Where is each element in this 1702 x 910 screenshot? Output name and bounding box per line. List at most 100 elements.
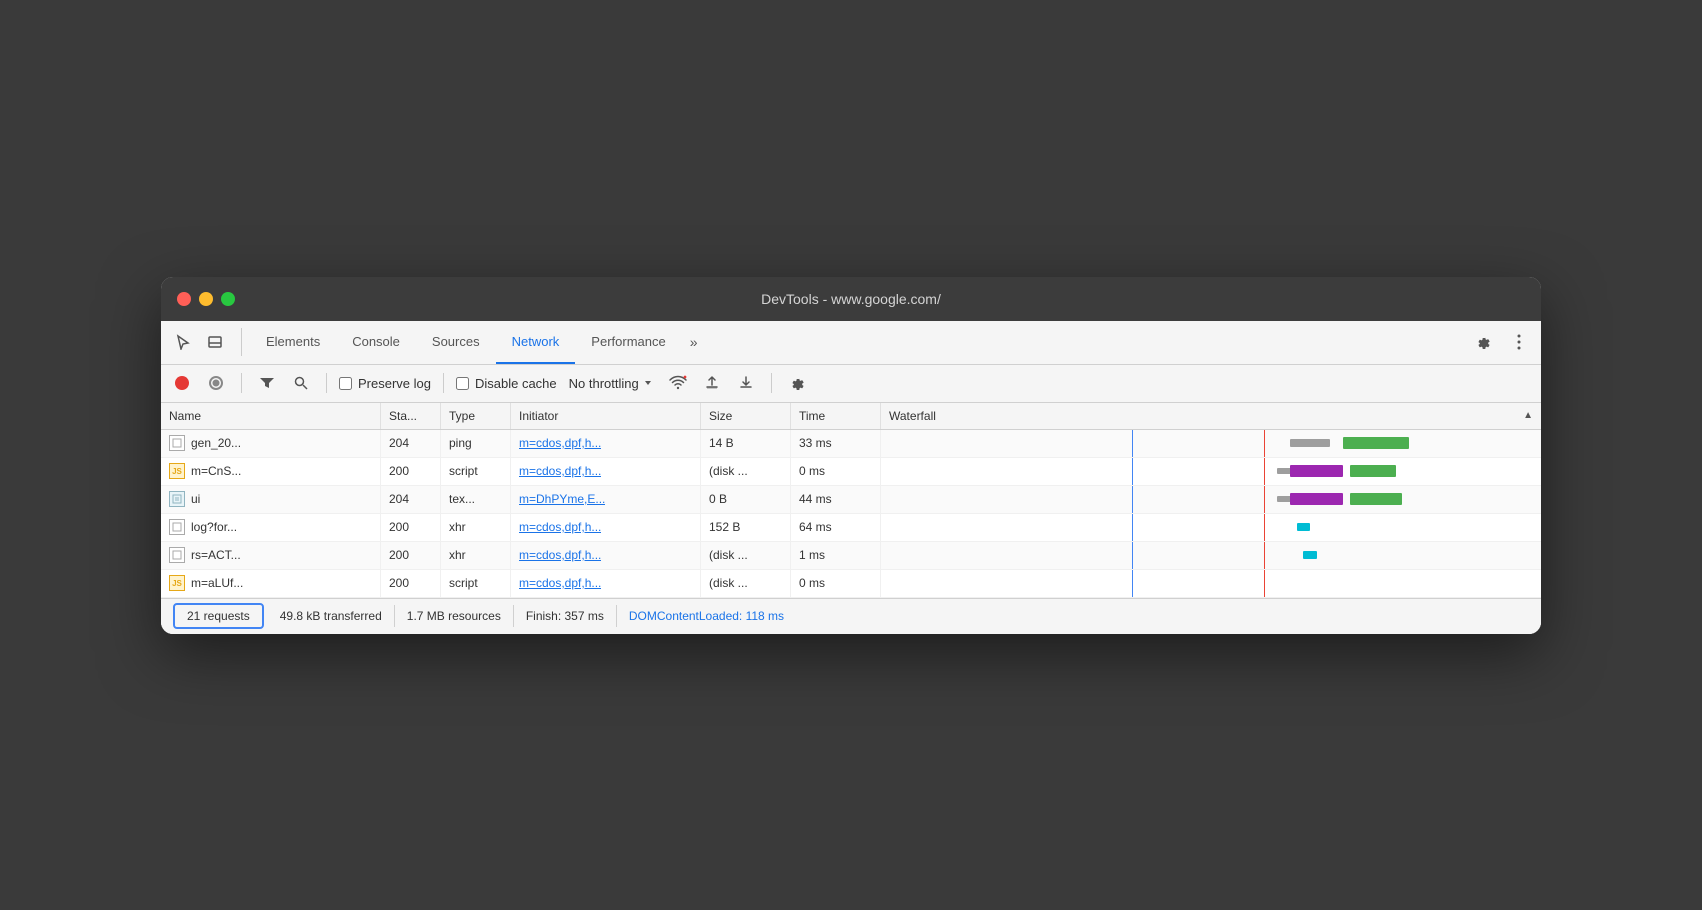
cell-waterfall — [881, 570, 1541, 597]
cell-status: 200 — [381, 542, 441, 569]
cell-initiator: m=cdos,dpf,h... — [511, 542, 701, 569]
cell-initiator: m=cdos,dpf,h... — [511, 430, 701, 457]
wifi-icon[interactable] — [665, 370, 691, 396]
col-header-status[interactable]: Sta... — [381, 403, 441, 429]
cell-time: 64 ms — [791, 514, 881, 541]
col-header-name[interactable]: Name — [161, 403, 381, 429]
cell-status: 204 — [381, 430, 441, 457]
col-header-time[interactable]: Time — [791, 403, 881, 429]
cell-size: (disk ... — [701, 458, 791, 485]
tab-more[interactable]: » — [682, 334, 706, 350]
waterfall-bar-cyan — [1297, 523, 1310, 531]
toolbar-separator-4 — [771, 373, 772, 393]
col-header-type[interactable]: Type — [441, 403, 511, 429]
settings-icon[interactable] — [1469, 328, 1497, 356]
waterfall-bar-purple — [1290, 493, 1343, 505]
cell-time: 0 ms — [791, 570, 881, 597]
cell-initiator: m=cdos,dpf,h... — [511, 458, 701, 485]
resources-size: 1.7 MB resources — [395, 605, 514, 627]
waterfall-line-blue — [1132, 458, 1133, 485]
network-toolbar: Preserve log Disable cache No throttling — [161, 365, 1541, 403]
file-checkbox-icon — [169, 519, 185, 535]
cell-name: ui — [161, 486, 381, 513]
cell-name: gen_20... — [161, 430, 381, 457]
devtools-body: Elements Console Sources Network Perform… — [161, 321, 1541, 634]
tab-network[interactable]: Network — [496, 321, 576, 364]
record-button[interactable] — [169, 370, 195, 396]
download-icon[interactable] — [733, 370, 759, 396]
throttle-dropdown[interactable]: No throttling — [565, 374, 657, 393]
waterfall-line-blue — [1132, 514, 1133, 541]
waterfall-bar-green — [1350, 493, 1403, 505]
cell-type: tex... — [441, 486, 511, 513]
table-row[interactable]: rs=ACT... 200 xhr m=cdos,dpf,h... (disk … — [161, 542, 1541, 570]
cell-time: 1 ms — [791, 542, 881, 569]
cell-waterfall — [881, 430, 1541, 457]
toolbar-separator-1 — [241, 373, 242, 393]
network-table: Name Sta... Type Initiator Size Time — [161, 403, 1541, 598]
sort-arrow-icon: ▲ — [1523, 410, 1533, 421]
col-header-waterfall[interactable]: Waterfall ▲ — [881, 403, 1541, 429]
maximize-button[interactable] — [221, 292, 235, 306]
cell-initiator: m=cdos,dpf,h... — [511, 570, 701, 597]
disable-cache-checkbox[interactable]: Disable cache — [456, 376, 557, 391]
cell-status: 200 — [381, 514, 441, 541]
waterfall-line-red — [1264, 458, 1265, 485]
file-checkbox-icon — [169, 547, 185, 563]
js-file-icon: JS — [169, 463, 185, 479]
tab-performance[interactable]: Performance — [575, 321, 681, 364]
toolbar-separator-2 — [326, 373, 327, 393]
file-checkbox-icon — [169, 435, 185, 451]
titlebar: DevTools - www.google.com/ — [161, 277, 1541, 321]
col-header-size[interactable]: Size — [701, 403, 791, 429]
network-settings-icon[interactable] — [784, 370, 810, 396]
table-row[interactable]: ui 204 tex... m=DhPYme,E... 0 B 44 ms — [161, 486, 1541, 514]
table-header: Name Sta... Type Initiator Size Time — [161, 403, 1541, 430]
preserve-log-checkbox[interactable]: Preserve log — [339, 376, 431, 391]
table-row[interactable]: log?for... 200 xhr m=cdos,dpf,h... 152 B… — [161, 514, 1541, 542]
cell-type: script — [441, 570, 511, 597]
traffic-lights — [177, 292, 235, 306]
cell-status: 200 — [381, 570, 441, 597]
waterfall-line-blue — [1132, 486, 1133, 513]
minimize-button[interactable] — [199, 292, 213, 306]
tab-console[interactable]: Console — [336, 321, 416, 364]
col-header-initiator[interactable]: Initiator — [511, 403, 701, 429]
dock-icon[interactable] — [201, 328, 229, 356]
tab-icon-group — [169, 328, 242, 356]
filter-icon[interactable] — [254, 370, 280, 396]
cell-waterfall — [881, 486, 1541, 513]
waterfall-line-blue — [1132, 542, 1133, 569]
cell-type: script — [441, 458, 511, 485]
cursor-icon[interactable] — [169, 328, 197, 356]
tab-elements[interactable]: Elements — [250, 321, 336, 364]
upload-icon[interactable] — [699, 370, 725, 396]
table-row[interactable]: JS m=aLUf... 200 script m=cdos,dpf,h... … — [161, 570, 1541, 598]
tabs: Elements Console Sources Network Perform… — [250, 321, 1469, 364]
table-row[interactable]: JS m=CnS... 200 script m=cdos,dpf,h... (… — [161, 458, 1541, 486]
waterfall-bar — [1290, 439, 1330, 447]
tab-sources[interactable]: Sources — [416, 321, 496, 364]
cell-time: 44 ms — [791, 486, 881, 513]
requests-count: 21 requests — [173, 603, 264, 629]
waterfall-bar-cyan — [1303, 551, 1316, 559]
waterfall-bar-green — [1343, 437, 1409, 449]
cell-name: JS m=CnS... — [161, 458, 381, 485]
close-button[interactable] — [177, 292, 191, 306]
cell-time: 33 ms — [791, 430, 881, 457]
clear-button[interactable] — [203, 370, 229, 396]
waterfall-line-red — [1264, 486, 1265, 513]
cell-initiator: m=DhPYme,E... — [511, 486, 701, 513]
table-row[interactable]: gen_20... 204 ping m=cdos,dpf,h... 14 B … — [161, 430, 1541, 458]
cell-initiator: m=cdos,dpf,h... — [511, 514, 701, 541]
devtools-window: DevTools - www.google.com/ — [161, 277, 1541, 634]
more-options-icon[interactable] — [1505, 328, 1533, 356]
cell-size: (disk ... — [701, 542, 791, 569]
dom-content-loaded: DOMContentLoaded: 118 ms — [617, 605, 796, 627]
cell-name: log?for... — [161, 514, 381, 541]
cell-waterfall — [881, 458, 1541, 485]
search-icon[interactable] — [288, 370, 314, 396]
toolbar-separator-3 — [443, 373, 444, 393]
waterfall-line-red — [1264, 570, 1265, 597]
cell-name: rs=ACT... — [161, 542, 381, 569]
